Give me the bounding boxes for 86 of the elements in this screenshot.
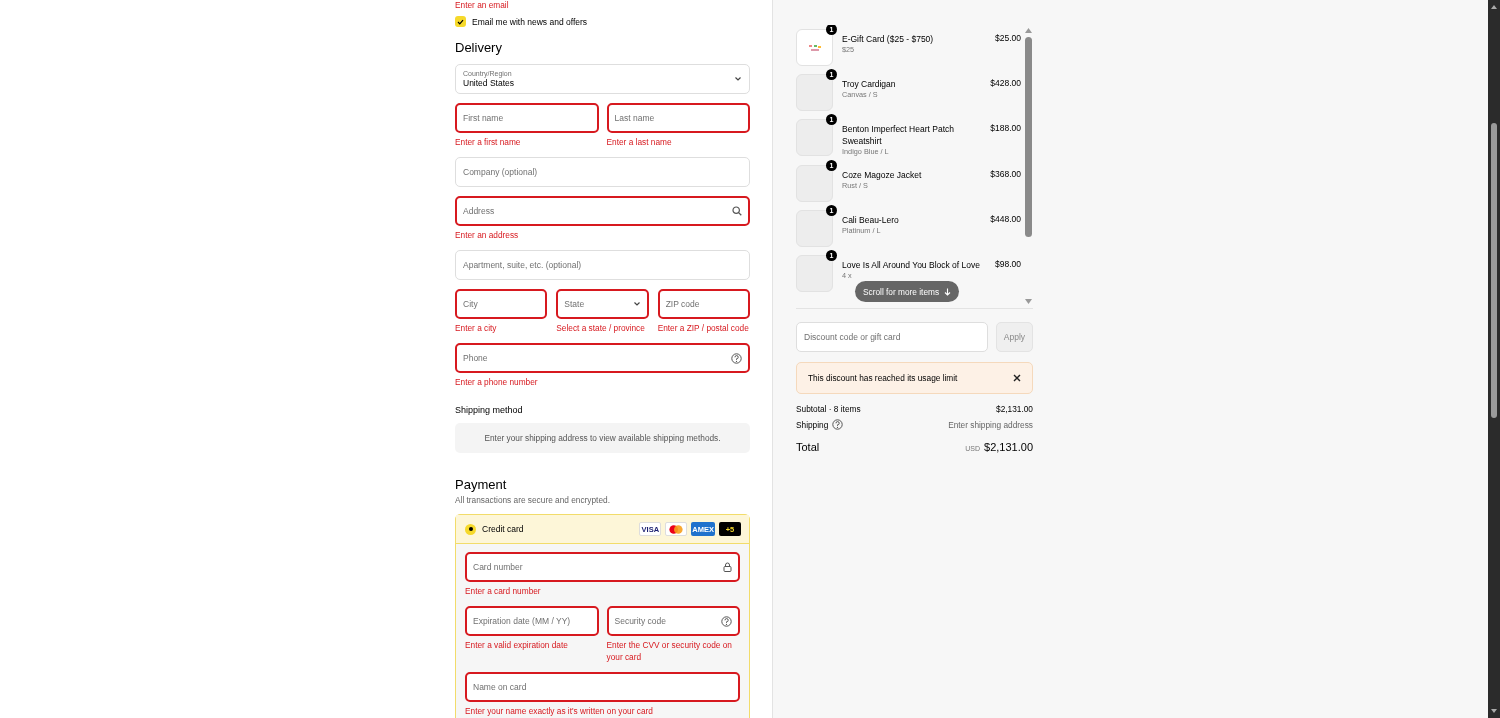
- product-name: Cali Beau-Lero: [842, 214, 900, 226]
- error-message: Enter a city: [455, 322, 498, 334]
- field-value: United States: [463, 78, 516, 89]
- input-field[interactable]: Name on card: [465, 672, 740, 702]
- checkbox[interactable]: [455, 16, 466, 27]
- scroll-hint-label: Scroll for more items: [863, 286, 940, 297]
- payment-method-label: Credit card: [482, 524, 525, 534]
- product-price: $98.00: [995, 258, 1021, 269]
- checkmark-icon: [457, 18, 464, 25]
- photo-placeholder: [796, 255, 833, 292]
- error-message: Enter a ZIP / postal code: [657, 322, 750, 334]
- error-message: Select a state / province: [556, 322, 646, 334]
- alert-message: This discount has reached its usage limit: [808, 373, 958, 383]
- input-field[interactable]: Expiration date (MM / YY): [465, 606, 599, 636]
- input-field[interactable]: Address: [455, 196, 750, 226]
- field-placeholder: Address: [463, 206, 496, 216]
- input-field[interactable]: Last name: [606, 103, 750, 133]
- field-placeholder: Expiration date (MM / YY): [473, 616, 572, 626]
- field-placeholder: Last name: [614, 113, 656, 123]
- product-price: $25.00: [995, 32, 1021, 43]
- subtotal-value: $2,131.00: [996, 404, 1033, 414]
- checkbox-label: Email me with news and offers: [472, 16, 588, 27]
- error-message: Enter a valid expiration date: [465, 639, 569, 651]
- shipping-notice: Enter your shipping address to view available shipping methods.: [455, 423, 750, 453]
- product-name: Benton Imperfect Heart Patch Sweatshirt: [842, 123, 955, 147]
- photo-placeholder: [796, 210, 833, 247]
- circles-icon: [669, 524, 684, 534]
- field-placeholder: Company (optional): [463, 167, 539, 177]
- field-placeholder: Apartment, suite, etc. (optional): [463, 260, 583, 270]
- help-icon: [721, 615, 732, 627]
- section-subtitle: All transactions are secure and encrypted.: [455, 495, 611, 505]
- section-heading: Shipping method: [455, 405, 524, 415]
- field-placeholder: Name on card: [473, 682, 528, 692]
- field-placeholder: Security code: [614, 616, 667, 626]
- field-placeholder: Phone: [463, 353, 489, 363]
- product-name: Coze Magoze Jacket: [842, 169, 923, 181]
- chevron-down-icon: [632, 300, 641, 308]
- section-heading: Delivery: [455, 40, 503, 56]
- input-field[interactable]: Phone: [455, 343, 750, 373]
- error-message: Enter an email: [455, 0, 510, 10]
- field-placeholder: State: [564, 299, 586, 309]
- shipping-value: Enter shipping address: [948, 419, 1033, 430]
- error-message: Enter the CVV or security code on your card: [606, 639, 733, 663]
- input-field[interactable]: Apartment, suite, etc. (optional): [455, 250, 750, 280]
- shipping-label: Shipping: [796, 419, 829, 430]
- error-message: Enter your name exactly as it's written on your card: [465, 705, 654, 717]
- input-field[interactable]: Company (optional): [455, 157, 750, 187]
- arrow-down-icon: [944, 287, 952, 296]
- search-icon: [732, 206, 742, 216]
- input-field[interactable]: Security code: [606, 606, 740, 636]
- field-placeholder: Discount code or gift card: [804, 332, 901, 342]
- field-placeholder: City: [463, 299, 479, 309]
- help-icon: [731, 352, 742, 364]
- field-placeholder: First name: [463, 113, 505, 123]
- total-value: $2,131.00: [984, 441, 1033, 453]
- subtotal-label: Subtotal · 8 items: [796, 404, 861, 414]
- input-field[interactable]: First name: [455, 103, 599, 133]
- input-field[interactable]: ZIP code: [657, 289, 750, 319]
- error-message: Enter a phone number: [455, 376, 539, 388]
- photo-placeholder: [796, 119, 833, 156]
- product-name: Troy Cardigan: [842, 78, 897, 90]
- product-price: $368.00: [990, 168, 1021, 179]
- error-message: Enter a last name: [606, 136, 673, 148]
- radio-button[interactable]: [465, 523, 476, 535]
- close-icon[interactable]: [1013, 374, 1021, 382]
- photo-placeholder: [796, 165, 833, 202]
- error-message: Enter a card number: [465, 585, 542, 597]
- help-icon: [832, 419, 844, 430]
- product-name: E-Gift Card ($25 - $750): [842, 33, 935, 45]
- photo-placeholder: [796, 74, 833, 111]
- error-message: Enter an address: [455, 229, 520, 241]
- section-heading: Payment: [455, 477, 508, 493]
- product-price: $448.00: [990, 213, 1021, 224]
- product-price: $428.00: [990, 77, 1021, 88]
- product-name: Love Is All Around You Block of Love: [842, 259, 981, 271]
- input-field[interactable]: Card number: [465, 552, 740, 582]
- total-label: Total: [796, 441, 820, 453]
- field-placeholder: Card number: [473, 562, 524, 572]
- dropdown[interactable]: State: [556, 289, 649, 319]
- chevron-down-icon: [734, 75, 742, 83]
- error-message: Enter a first name: [455, 136, 522, 148]
- product-price: $188.00: [990, 122, 1021, 133]
- input-field[interactable]: City: [455, 289, 548, 319]
- scroll-hint-button[interactable]: Scroll for more items: [855, 281, 960, 302]
- lock-icon: [723, 562, 732, 572]
- field-placeholder: ZIP code: [665, 299, 701, 309]
